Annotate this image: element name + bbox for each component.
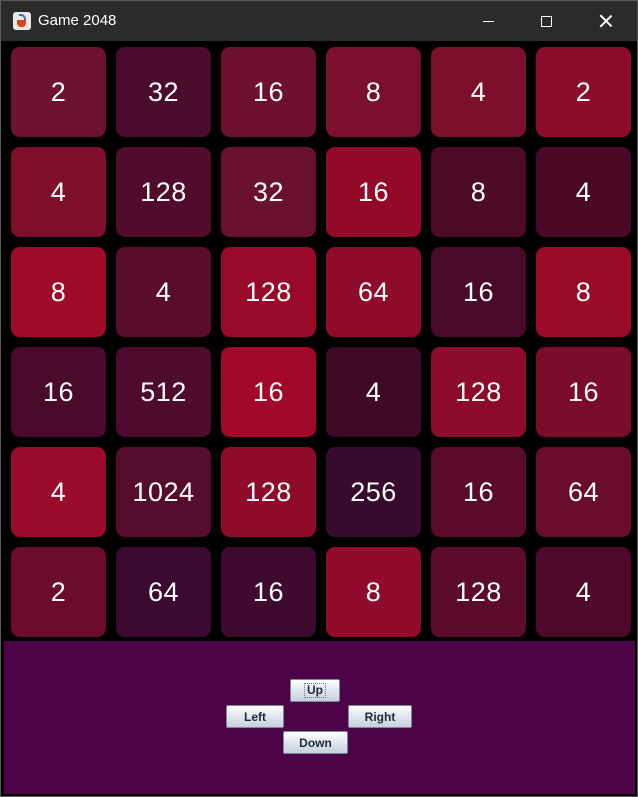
up-button[interactable]: Up xyxy=(290,679,340,702)
up-button-label: Up xyxy=(304,683,326,698)
tile: 4 xyxy=(11,147,106,237)
tile: 8 xyxy=(326,47,421,137)
tile: 2 xyxy=(11,47,106,137)
close-button[interactable] xyxy=(583,1,629,41)
tile: 8 xyxy=(326,547,421,637)
tile: 64 xyxy=(326,247,421,337)
tile: 128 xyxy=(116,147,211,237)
tile: 4 xyxy=(536,547,631,637)
tile: 4 xyxy=(536,147,631,237)
tile: 2 xyxy=(536,47,631,137)
tile: 1024 xyxy=(116,447,211,537)
window-title: Game 2048 xyxy=(38,12,117,29)
tile: 4 xyxy=(11,447,106,537)
right-button[interactable]: Right xyxy=(348,705,412,728)
tile: 16 xyxy=(431,247,526,337)
tile: 4 xyxy=(116,247,211,337)
tile: 16 xyxy=(431,447,526,537)
control-panel: Up Left Right Down xyxy=(4,641,635,794)
tile: 16 xyxy=(11,347,106,437)
tile: 16 xyxy=(221,47,316,137)
tile: 16 xyxy=(536,347,631,437)
tile: 4 xyxy=(326,347,421,437)
maximize-icon xyxy=(540,15,552,27)
tile: 128 xyxy=(431,547,526,637)
tile: 128 xyxy=(221,447,316,537)
tile: 8 xyxy=(536,247,631,337)
tile: 16 xyxy=(221,547,316,637)
tile: 128 xyxy=(431,347,526,437)
tile: 64 xyxy=(116,547,211,637)
tile: 8 xyxy=(431,147,526,237)
minimize-button[interactable] xyxy=(465,1,511,41)
tile: 16 xyxy=(326,147,421,237)
down-button[interactable]: Down xyxy=(283,731,348,754)
tile: 512 xyxy=(116,347,211,437)
tile: 128 xyxy=(221,247,316,337)
minimize-icon xyxy=(482,20,494,22)
tile: 32 xyxy=(221,147,316,237)
tile: 16 xyxy=(221,347,316,437)
tile: 8 xyxy=(11,247,106,337)
left-button[interactable]: Left xyxy=(226,705,284,728)
close-icon xyxy=(599,14,613,28)
java-app-icon xyxy=(13,12,31,30)
maximize-button[interactable] xyxy=(523,1,569,41)
game-board: 2 32 16 8 4 2 4 128 32 16 8 4 8 4 128 64 16 8 16 512 16 4 128 1… xyxy=(4,41,635,641)
tile: 64 xyxy=(536,447,631,537)
tile: 32 xyxy=(116,47,211,137)
tile: 2 xyxy=(11,547,106,637)
game-window: Game 2048 2 32 16 8 4 2 4 128 32 16 8 4 8 4 128 64 16 8 16… xyxy=(0,0,638,797)
tile: 4 xyxy=(431,47,526,137)
tile: 256 xyxy=(326,447,421,537)
title-bar[interactable]: Game 2048 xyxy=(1,1,637,41)
